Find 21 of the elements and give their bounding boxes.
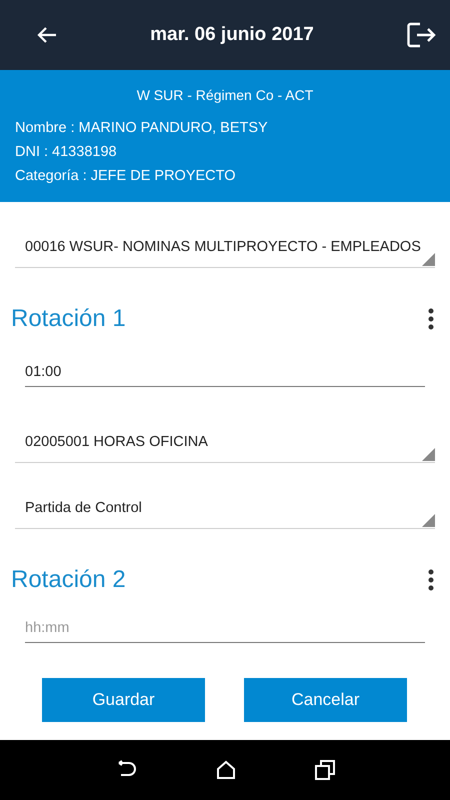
employee-detail: DNI : 41338198 — [15, 143, 118, 162]
employee-detail: Nombre : MARINO PANDURO, BETSY — [15, 119, 269, 138]
dropdown-field[interactable]: 00016 WSUR- NOMINAS MULTIPROYECTO - EMPLEADOS — [15, 220, 435, 268]
save-button[interactable]: Guardar — [42, 678, 205, 722]
dropdown-field[interactable]: Partida de Control — [15, 481, 435, 529]
employee-detail: Categoría : JEFE DE PROYECTO — [15, 167, 237, 186]
dropdown-corner-icon — [422, 253, 435, 266]
rotation-heading: Rotación 1 — [11, 305, 126, 333]
logout-icon[interactable] — [406, 21, 436, 49]
regime-title: W SUR - Régimen Co - ACT — [136, 87, 314, 103]
dropdown-field[interactable]: 02005001 HORAS OFICINA — [15, 421, 435, 463]
more-options-icon[interactable] — [428, 308, 434, 330]
home-icon[interactable] — [216, 760, 236, 780]
recent-apps-icon[interactable] — [315, 760, 336, 780]
dropdown-corner-icon — [422, 448, 435, 461]
back-arrow-icon[interactable] — [36, 26, 58, 44]
date-title: mar. 06 junio 2017 — [150, 24, 314, 46]
dropdown-corner-icon — [422, 514, 435, 527]
more-options-icon[interactable] — [428, 569, 434, 591]
cancel-button[interactable]: Cancelar — [244, 678, 407, 722]
rotation-heading: Rotación 2 — [11, 566, 126, 594]
